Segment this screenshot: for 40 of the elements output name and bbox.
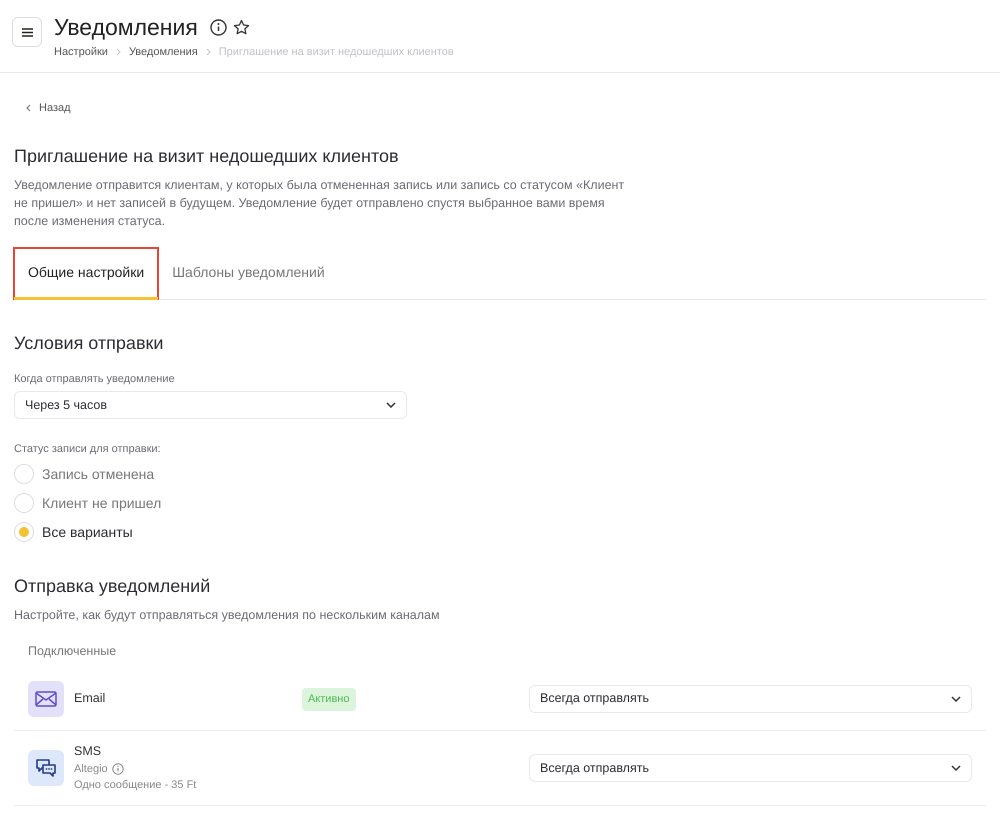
channel-name: SMS: [74, 743, 102, 760]
status-badge: Активно: [302, 688, 356, 711]
tab[interactable]: Шаблоны уведомлений: [158, 248, 339, 298]
select-field[interactable]: Всегда отправлять: [529, 684, 972, 712]
info-icon[interactable]: [210, 18, 227, 36]
radio-button[interactable]: [14, 464, 34, 484]
provider-name: Altegio: [74, 762, 108, 777]
price-text: Одно сообщение - 35 Ft: [74, 778, 198, 794]
field-label: Когда отправлять уведомление: [14, 372, 176, 386]
radio-label: Клиент не пришел: [42, 494, 162, 513]
envelope-icon: [28, 680, 64, 716]
section-heading: Приглашение на визит недошедших клиентов: [14, 144, 400, 168]
star-icon[interactable]: [232, 18, 250, 36]
description-text: Уведомление отправится клиентам, у которых была отмененная запись или запись со статусом «Клиент не пришел» и нет записей в будущем. Уведомление будет отправлено спустя выбранное вами время после изменения статуса.: [14, 176, 626, 230]
description-text: Настройте, как будут отправляться уведомления по нескольким каналам: [14, 606, 441, 624]
menu-button[interactable]: [12, 17, 42, 47]
radio-button[interactable]: [14, 522, 34, 542]
chevron-right-icon: [116, 48, 121, 56]
back-link[interactable]: Назад: [26, 100, 71, 116]
tab[interactable]: Общие настройки: [14, 248, 158, 298]
page-title: Уведомления: [54, 14, 198, 40]
radio-label: Запись отменена: [42, 464, 154, 484]
chevron-right-icon: [206, 48, 211, 56]
channel-name: Email: [74, 690, 106, 708]
select-field[interactable]: Всегда отправлять: [529, 754, 972, 782]
chevron-down-icon: [386, 402, 396, 408]
radio-button[interactable]: [14, 493, 34, 513]
radio-label: Все варианты: [42, 522, 133, 542]
select-field[interactable]: Через 5 часов: [14, 391, 407, 419]
breadcrumb-link[interactable]: Уведомления: [128, 44, 198, 60]
section-heading: Условия отправки: [14, 332, 164, 355]
breadcrumb-link[interactable]: Настройки: [54, 44, 108, 60]
chevron-down-icon: [951, 765, 961, 771]
chevron-left-icon: [26, 104, 31, 112]
menu-icon: [22, 28, 32, 36]
group-label: Подключенные: [28, 643, 118, 660]
section-heading: Отправка уведомлений: [14, 574, 212, 598]
chevron-down-icon: [951, 696, 961, 702]
chat-bubbles-icon: [28, 750, 64, 786]
field-label: Статус записи для отправки:: [14, 442, 162, 457]
